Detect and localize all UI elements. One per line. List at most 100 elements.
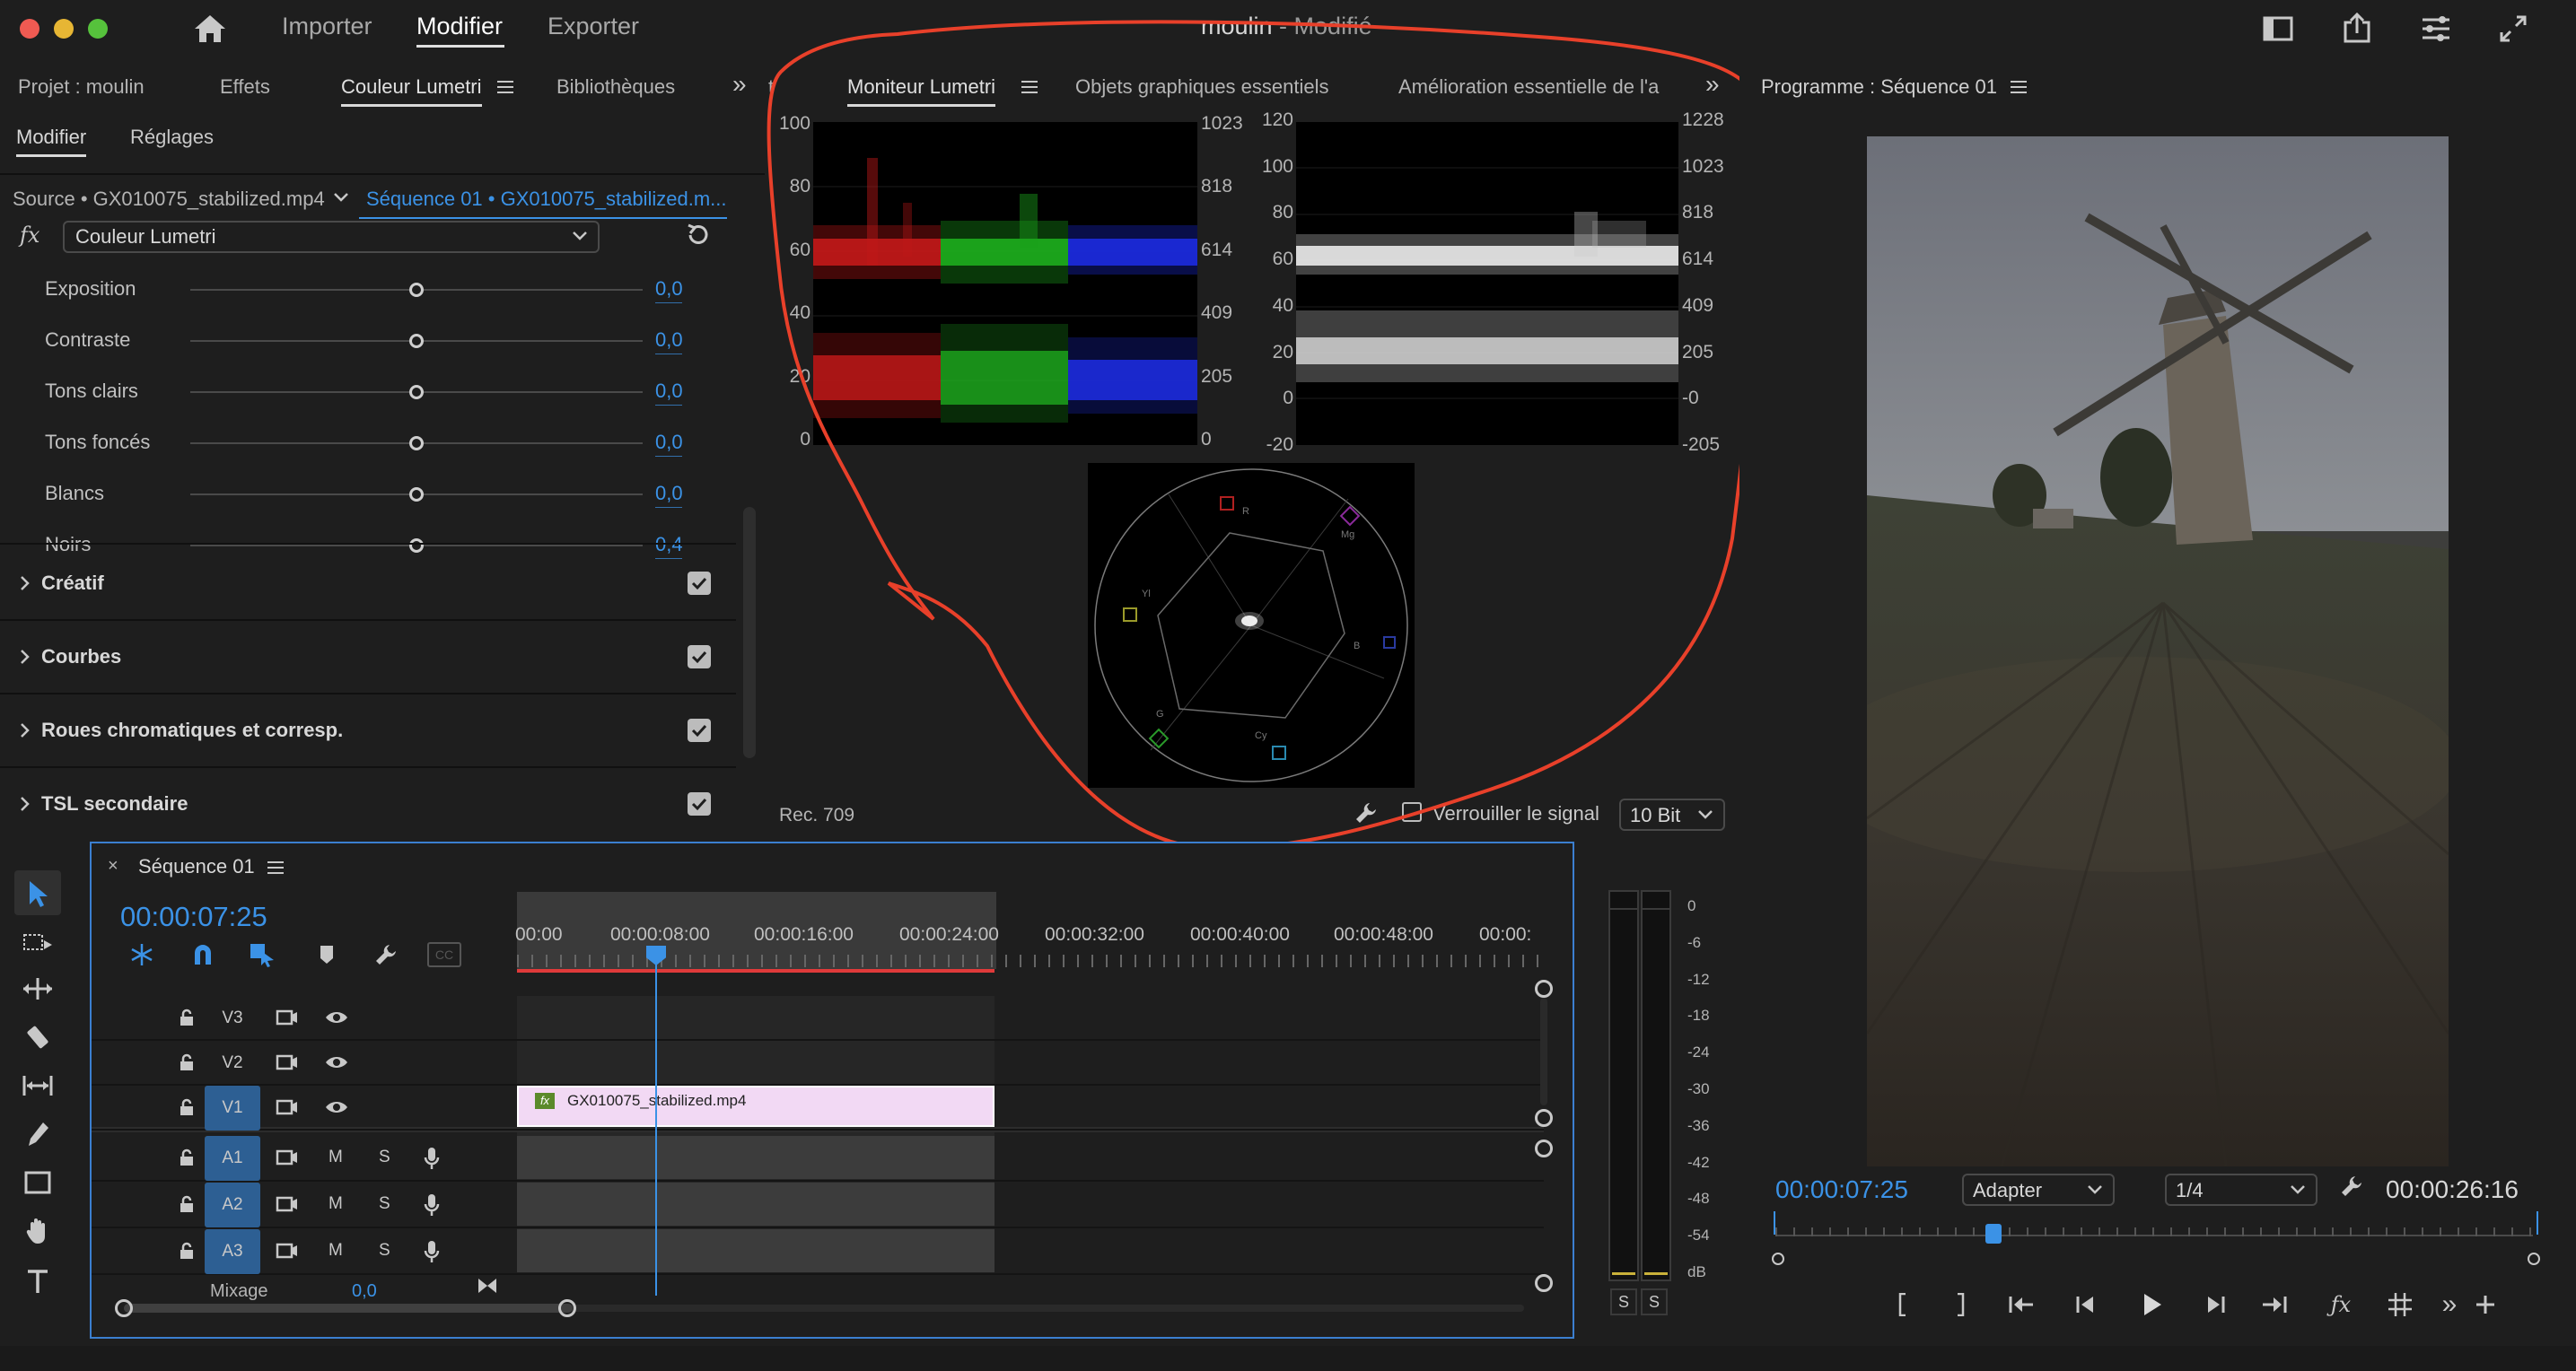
track-target-a2[interactable]: A2 [205, 1183, 260, 1227]
more-controls-icon[interactable]: » [2436, 1288, 2463, 1321]
lock-icon[interactable] [176, 1007, 197, 1028]
param-value[interactable]: 0,0 [655, 482, 683, 505]
chevron-right-icon[interactable] [16, 721, 34, 739]
audio-clip-a2[interactable] [517, 1183, 994, 1226]
fit-dropdown[interactable]: Adapter [1962, 1174, 2115, 1206]
timeline-timecode[interactable]: 00:00:07:25 [120, 901, 267, 933]
param-slider-knob[interactable] [409, 283, 424, 297]
bowtie-icon[interactable] [476, 1274, 499, 1297]
tab-project[interactable]: Projet : moulin [18, 75, 145, 99]
tab-libraries[interactable]: Bibliothèques [556, 75, 675, 99]
source-clip-label[interactable]: Source • GX010075_stabilized.mp4 [13, 188, 325, 211]
reset-effect-icon[interactable] [682, 221, 713, 249]
colorspace-label[interactable]: Rec. 709 [779, 805, 854, 826]
vertical-scroll-track[interactable] [1540, 998, 1547, 1105]
microphone-icon[interactable] [420, 1238, 443, 1265]
quick-settings-icon[interactable] [2418, 11, 2454, 47]
zoom-handle-right[interactable] [558, 1299, 576, 1317]
param-value[interactable]: 0,0 [655, 277, 683, 301]
param-slider-knob[interactable] [409, 538, 424, 553]
share-icon[interactable] [2339, 9, 2375, 47]
chevron-right-icon[interactable] [16, 795, 34, 813]
more-tabs-chevron-icon[interactable]: » [732, 70, 747, 99]
param-value[interactable]: 0,0 [655, 328, 683, 352]
nav-export[interactable]: Exporter [548, 13, 639, 40]
track-target-v3[interactable]: V3 [205, 996, 260, 1041]
lock-icon[interactable] [176, 1240, 197, 1262]
chevron-right-icon[interactable] [16, 574, 34, 592]
program-playhead[interactable] [1985, 1224, 2002, 1244]
linked-selection-icon[interactable] [246, 940, 278, 969]
lock-icon[interactable] [176, 1052, 197, 1073]
type-tool-icon[interactable] [20, 1263, 56, 1299]
lock-signal-checkbox[interactable] [1402, 802, 1422, 822]
program-video-frame[interactable] [1867, 136, 2449, 1166]
track-scroll-handle[interactable] [1535, 1140, 1553, 1157]
solo-button[interactable]: S [379, 1241, 390, 1261]
sequence-clip-label[interactable]: Séquence 01 • GX010075_stabilized.m... [366, 188, 727, 211]
wrench-icon[interactable] [1352, 799, 1380, 827]
nav-import[interactable]: Importer [282, 13, 372, 40]
eye-icon[interactable] [323, 1096, 350, 1118]
section-title[interactable]: Créatif [41, 572, 104, 595]
rectangle-tool-icon[interactable] [20, 1165, 56, 1201]
param-slider-knob[interactable] [409, 487, 424, 502]
mark-in-icon[interactable] [1887, 1288, 1919, 1321]
close-window-button[interactable] [20, 19, 39, 39]
mute-button[interactable]: M [329, 1194, 343, 1214]
effect-dropdown[interactable]: Couleur Lumetri [63, 221, 600, 253]
track-target-a1[interactable]: A1 [205, 1136, 260, 1181]
section-enable-checkbox[interactable] [688, 792, 711, 816]
add-marker-icon[interactable] [311, 940, 343, 969]
tab-effects[interactable]: Effets [220, 75, 270, 99]
section-enable-checkbox[interactable] [688, 572, 711, 595]
minimize-window-button[interactable] [54, 19, 74, 39]
param-slider-knob[interactable] [409, 436, 424, 450]
mute-button[interactable]: M [329, 1241, 343, 1261]
step-back-icon[interactable] [2070, 1288, 2102, 1321]
tab-lumetri-scopes[interactable]: Moniteur Lumetri [847, 75, 996, 107]
track-scroll-handle[interactable] [1535, 1109, 1553, 1127]
track-select-tool-icon[interactable] [20, 924, 56, 960]
sync-lock-icon[interactable] [275, 1007, 300, 1028]
microphone-icon[interactable] [420, 1145, 443, 1172]
track-target-v1[interactable]: V1 [205, 1086, 260, 1131]
param-slider-knob[interactable] [409, 385, 424, 399]
go-to-out-icon[interactable] [2258, 1288, 2291, 1321]
timeline-settings-wrench-icon[interactable] [370, 940, 402, 969]
sync-lock-icon[interactable] [275, 1052, 300, 1073]
tab-essential-graphics[interactable]: Objets graphiques essentiels [1075, 75, 1329, 99]
audio-clip-a1[interactable] [517, 1136, 994, 1179]
bit-depth-dropdown[interactable]: 10 Bit [1619, 799, 1725, 831]
eye-icon[interactable] [323, 1052, 350, 1073]
solo-button[interactable]: S [379, 1194, 390, 1214]
timeline-zoom-bar[interactable] [115, 1297, 1533, 1319]
lock-icon[interactable] [176, 1147, 197, 1168]
panel-menu-icon[interactable] [266, 858, 285, 878]
tab-partial[interactable]: t [768, 75, 774, 99]
selection-tool-icon[interactable] [20, 876, 56, 912]
track-scroll-handle[interactable] [1535, 980, 1553, 998]
sync-lock-icon[interactable] [275, 1240, 300, 1262]
sync-lock-icon[interactable] [275, 1147, 300, 1168]
more-tabs-chevron-icon[interactable]: » [1705, 70, 1720, 99]
track-target-a3[interactable]: A3 [205, 1229, 260, 1274]
audio-clip-a3[interactable] [517, 1229, 994, 1272]
play-icon[interactable] [2134, 1287, 2170, 1323]
snap-nest-icon[interactable] [126, 940, 158, 969]
close-sequence-icon[interactable]: × [108, 856, 118, 877]
program-monitor-title[interactable]: Programme : Séquence 01 [1761, 75, 1997, 99]
sync-lock-icon[interactable] [275, 1193, 300, 1215]
timeline-sequence-title[interactable]: Séquence 01 [138, 855, 255, 878]
pen-tool-icon[interactable] [20, 1116, 56, 1152]
ripple-edit-tool-icon[interactable] [20, 971, 56, 1007]
microphone-icon[interactable] [420, 1192, 443, 1218]
razor-tool-icon[interactable] [20, 1019, 56, 1055]
hand-tool-icon[interactable] [20, 1213, 56, 1249]
mark-out-icon[interactable] [1944, 1288, 1976, 1321]
solo-right-button[interactable]: S [1641, 1288, 1668, 1315]
zoom-thumb[interactable] [124, 1304, 573, 1313]
lock-icon[interactable] [176, 1193, 197, 1215]
wrench-icon[interactable] [2337, 1172, 2366, 1201]
zoom-handle-left[interactable] [115, 1299, 133, 1317]
